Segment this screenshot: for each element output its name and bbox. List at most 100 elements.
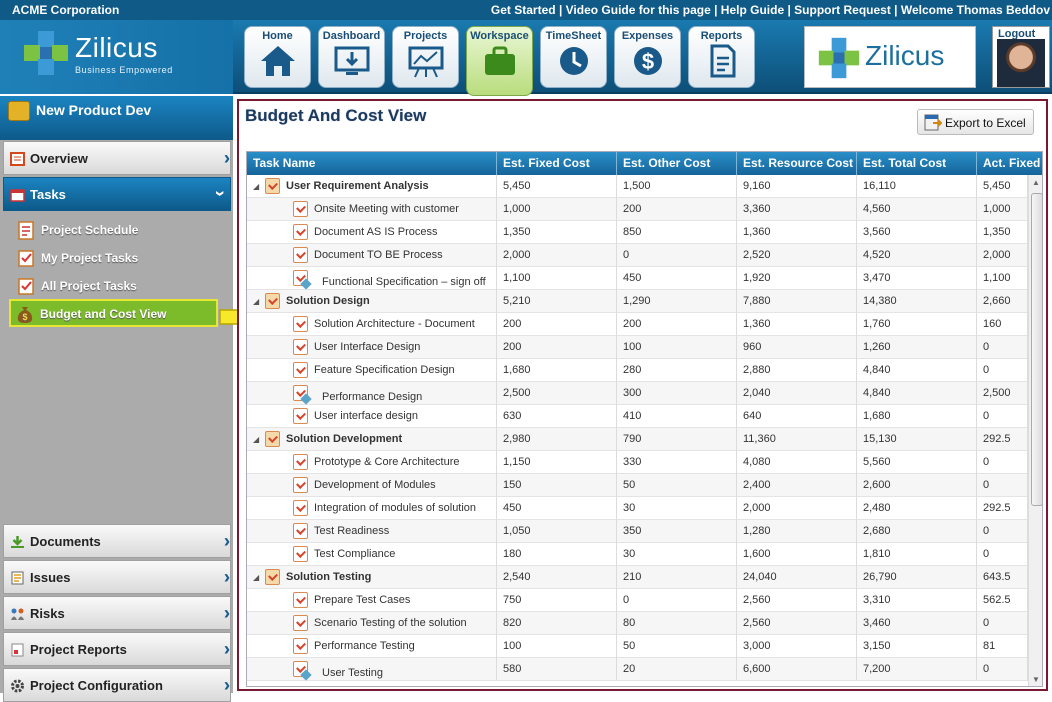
logo-text: Zilicus <box>75 32 158 63</box>
cost-cell: 5,450 <box>497 175 617 198</box>
task-name-label[interactable]: Feature Specification Design <box>314 364 455 376</box>
col-est-fixed-cost[interactable]: Est. Fixed Cost <box>497 152 617 175</box>
task-name-label[interactable]: Prepare Test Cases <box>314 594 410 606</box>
budget-grid: Task Name Est. Fixed Cost Est. Other Cos… <box>246 151 1043 687</box>
task-group-row[interactable]: ◢ Solution Design 5,210 1,290 7,880 14,380 2,6… <box>247 290 1028 313</box>
col-est-other-cost[interactable]: Est. Other Cost <box>617 152 737 175</box>
task-group-row[interactable]: ◢ Solution Development 2,980 790 11,360 15,13… <box>247 428 1028 451</box>
task-row[interactable]: User interface design 630 410 640 1,680 0 <box>247 405 1028 428</box>
sidebar-item-budget-and-cost-view[interactable]: $ Budget and Cost View <box>9 299 218 327</box>
nav-projects-label: Projects <box>403 30 448 42</box>
col-est-total-cost[interactable]: Est. Total Cost <box>857 152 977 175</box>
sidebar-project-configuration[interactable]: Project Configuration ›› <box>3 668 231 702</box>
scroll-up-icon[interactable]: ▲ <box>1032 178 1040 187</box>
task-name-label[interactable]: User Requirement Analysis <box>286 180 429 192</box>
cost-cell: 2,500 <box>977 382 1028 405</box>
sidebar-tasks[interactable]: Tasks ›› <box>3 177 231 211</box>
task-name-label[interactable]: Functional Specification – sign off <box>322 276 486 288</box>
nav-expenses[interactable]: Expenses $ <box>614 26 681 88</box>
sidebar-documents[interactable]: Documents ›› <box>3 524 231 558</box>
cost-cell: 210 <box>617 566 737 589</box>
expand-toggle-icon[interactable]: ◢ <box>253 297 259 306</box>
expand-toggle-icon[interactable]: ◢ <box>253 435 259 444</box>
task-name-label[interactable]: Performance Design <box>322 391 422 403</box>
task-row[interactable]: Document AS IS Process 1,350 850 1,360 3,560… <box>247 221 1028 244</box>
task-row[interactable]: Prepare Test Cases 750 0 2,560 3,310 562.5 <box>247 589 1028 612</box>
task-name-label[interactable]: Onsite Meeting with customer <box>314 203 459 215</box>
task-name-cell: ◢ User Requirement Analysis <box>247 175 497 198</box>
logo-area[interactable]: Zilicus Business Empowered <box>0 20 233 94</box>
nav-timesheet[interactable]: TimeSheet <box>540 26 607 88</box>
task-row[interactable]: Performance Design 2,500 300 2,040 4,840 2,50… <box>247 382 1028 405</box>
logout-button[interactable]: Logout <box>992 26 1050 88</box>
sidebar-project-reports[interactable]: Project Reports ›› <box>3 632 231 666</box>
task-row[interactable]: Scenario Testing of the solution 820 80 2,5… <box>247 612 1028 635</box>
task-name-label[interactable]: Solution Design <box>286 295 370 307</box>
expand-toggle-icon[interactable]: ◢ <box>253 573 259 582</box>
cost-cell: 0 <box>977 474 1028 497</box>
task-name-label[interactable]: Test Compliance <box>314 548 395 560</box>
sidebar-overview[interactable]: Overview ›› <box>3 141 231 175</box>
cost-cell: 292.5 <box>977 428 1028 451</box>
task-name-label[interactable]: User Interface Design <box>314 341 420 353</box>
task-row[interactable]: Solution Architecture - Document 200 200 1,… <box>247 313 1028 336</box>
task-row[interactable]: Development of Modules 150 50 2,400 2,600 0 <box>247 474 1028 497</box>
documents-label: Documents <box>30 534 101 549</box>
cost-cell: 450 <box>497 497 617 520</box>
task-row[interactable]: Feature Specification Design 1,680 280 2,88… <box>247 359 1028 382</box>
scroll-down-icon[interactable]: ▼ <box>1032 675 1040 684</box>
task-name-label[interactable]: Integration of modules of solution <box>314 502 476 514</box>
cost-cell: 1,050 <box>497 520 617 543</box>
vertical-scrollbar[interactable]: ▲ ▼ <box>1028 175 1042 686</box>
nav-reports[interactable]: Reports <box>688 26 755 88</box>
nav-projects[interactable]: Projects <box>392 26 459 88</box>
cost-cell: 30 <box>617 543 737 566</box>
cost-cell: 200 <box>497 336 617 359</box>
dashboard-icon <box>334 46 369 75</box>
task-name-label[interactable]: User interface design <box>314 410 418 422</box>
task-name-label[interactable]: Scenario Testing of the solution <box>314 617 467 629</box>
nav-home[interactable]: Home <box>244 26 311 88</box>
sidebar-issues[interactable]: Issues ›› <box>3 560 231 594</box>
task-name-label[interactable]: Document TO BE Process <box>314 249 443 261</box>
cost-cell: 1,810 <box>857 543 977 566</box>
task-row[interactable]: Integration of modules of solution 450 30 2… <box>247 497 1028 520</box>
task-name-label[interactable]: Solution Testing <box>286 571 371 583</box>
task-row[interactable]: User Interface Design 200 100 960 1,260 0 <box>247 336 1028 359</box>
task-row[interactable]: Onsite Meeting with customer 1,000 200 3,36… <box>247 198 1028 221</box>
export-to-excel-button[interactable]: Export to Excel <box>917 109 1034 135</box>
task-row[interactable]: Document TO BE Process 2,000 0 2,520 4,520 2,… <box>247 244 1028 267</box>
task-name-label[interactable]: Performance Testing <box>314 640 415 652</box>
expand-toggle-icon[interactable]: ◢ <box>253 182 259 191</box>
cost-cell: 80 <box>617 612 737 635</box>
project-header[interactable]: New Product Dev <box>0 96 233 140</box>
top-links[interactable]: Get Started | Video Guide for this page … <box>491 3 1050 17</box>
scroll-thumb[interactable] <box>1031 193 1042 506</box>
task-icon <box>293 454 308 470</box>
milestone-task-icon <box>293 385 308 401</box>
task-name-cell: Development of Modules <box>247 474 497 497</box>
task-row[interactable]: Performance Testing 100 50 3,000 3,150 81 <box>247 635 1028 658</box>
col-est-resource-cost[interactable]: Est. Resource Cost <box>737 152 857 175</box>
task-row[interactable]: Test Compliance 180 30 1,600 1,810 0 <box>247 543 1028 566</box>
task-name-label[interactable]: Test Readiness <box>314 525 389 537</box>
task-row[interactable]: Prototype & Core Architecture 1,150 330 4,0… <box>247 451 1028 474</box>
task-name-label[interactable]: Development of Modules <box>314 479 436 491</box>
task-row[interactable]: User Testing 580 20 6,600 7,200 0 <box>247 658 1028 681</box>
col-task-name[interactable]: Task Name <box>247 152 497 175</box>
task-group-row[interactable]: ◢ User Requirement Analysis 5,450 1,500 9,16… <box>247 175 1028 198</box>
sidebar-risks[interactable]: Risks ›› <box>3 596 231 630</box>
task-name-label[interactable]: Document AS IS Process <box>314 226 438 238</box>
cost-cell: 2,480 <box>857 497 977 520</box>
cost-cell: 180 <box>497 543 617 566</box>
task-row[interactable]: Test Readiness 1,050 350 1,280 2,680 0 <box>247 520 1028 543</box>
task-name-label[interactable]: Solution Architecture - Document <box>314 318 475 330</box>
nav-dashboard[interactable]: Dashboard <box>318 26 385 88</box>
task-group-row[interactable]: ◢ Solution Testing 2,540 210 24,040 26,790 643… <box>247 566 1028 589</box>
task-name-label[interactable]: Prototype & Core Architecture <box>314 456 460 468</box>
task-row[interactable]: Functional Specification – sign off 1,100… <box>247 267 1028 290</box>
task-name-label[interactable]: User Testing <box>322 667 383 679</box>
task-name-label[interactable]: Solution Development <box>286 433 402 445</box>
nav-workspace[interactable]: Workspace <box>466 26 533 96</box>
col-act-fixed-cost[interactable]: Act. Fixed Cost <box>977 152 1042 175</box>
